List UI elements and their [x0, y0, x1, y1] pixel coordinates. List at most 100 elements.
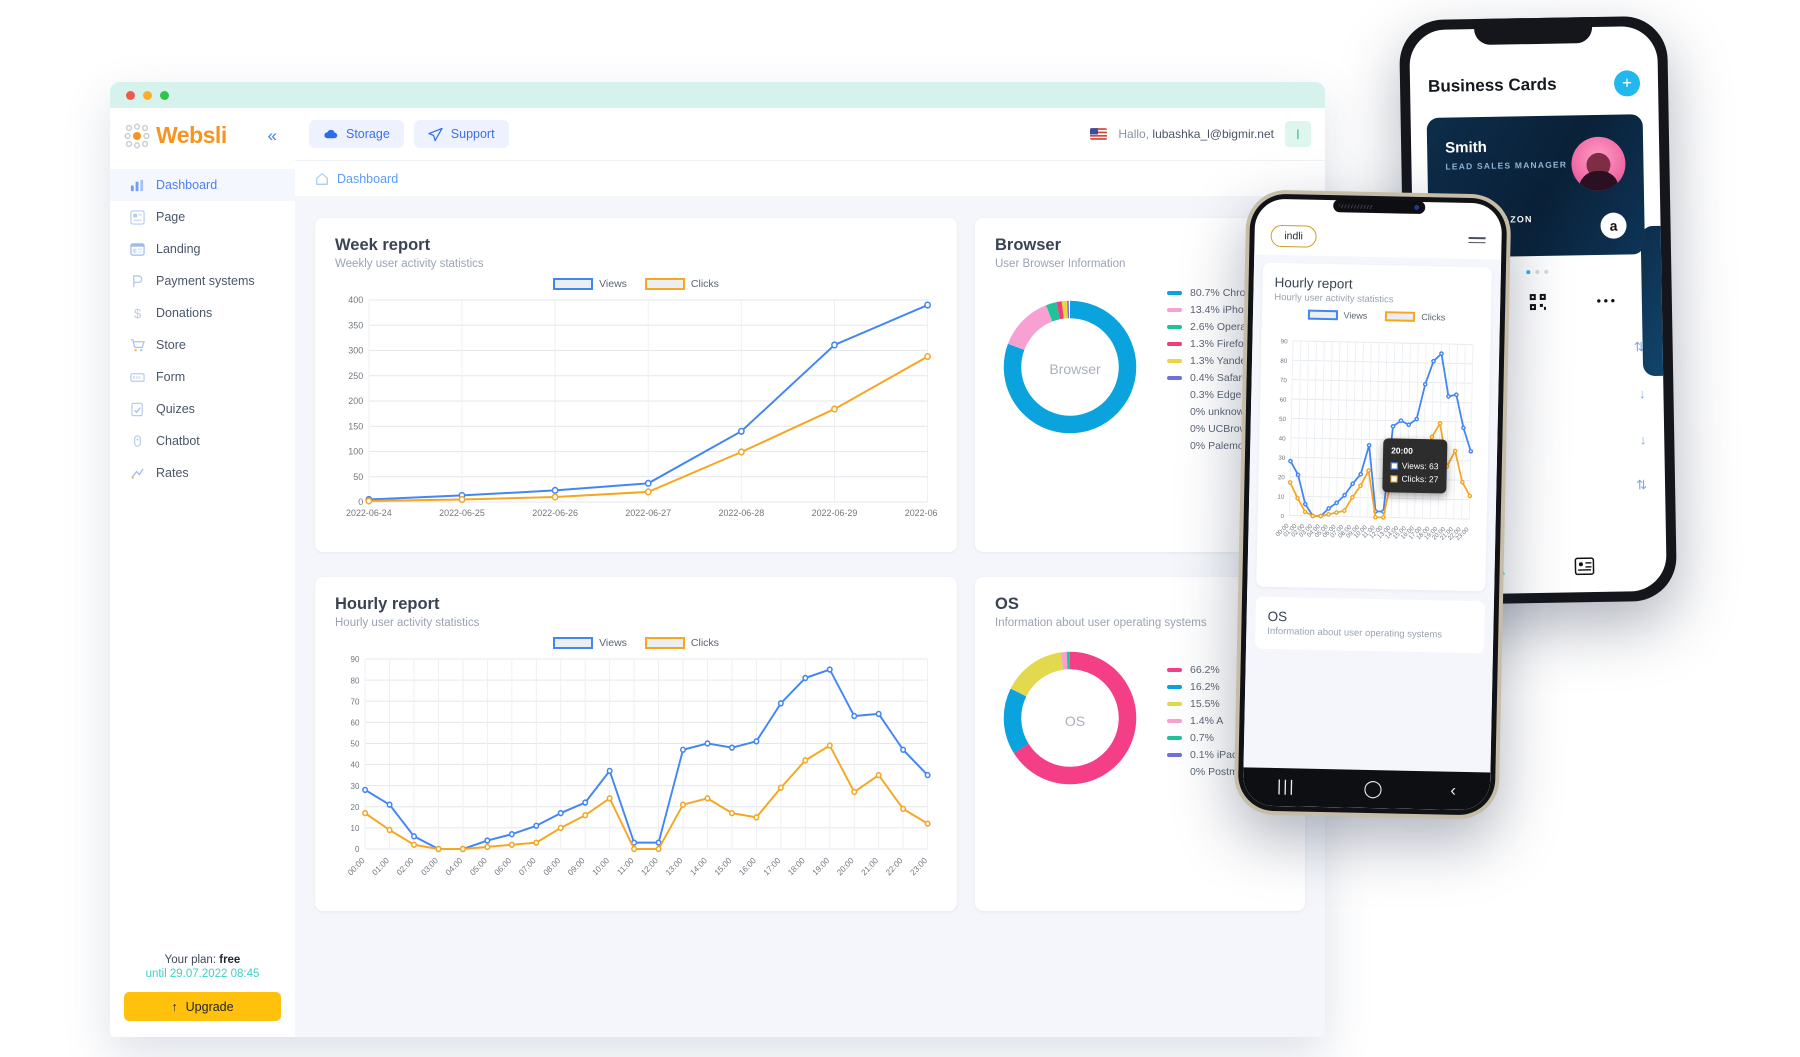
qr-code-icon[interactable] [1529, 293, 1547, 311]
carousel-dot[interactable] [1544, 269, 1549, 274]
svg-text:10: 10 [1277, 494, 1285, 501]
legend-label: 16.2% [1190, 680, 1220, 693]
legend-clicks[interactable]: Clicks [644, 278, 719, 290]
window-titlebar [110, 82, 1325, 108]
plan-label: Your plan: [164, 954, 217, 966]
hamburger-icon[interactable] [1468, 236, 1486, 244]
card-list-icon[interactable] [1574, 557, 1595, 576]
indli-logo: indli [1270, 224, 1317, 248]
legend-swatch-clicks [644, 637, 685, 649]
legend-views[interactable]: Views [553, 278, 627, 290]
svg-text:40: 40 [1279, 435, 1287, 442]
legend-swatch [1167, 701, 1182, 706]
sidebar-item-label: Form [156, 370, 186, 384]
svg-text:10: 10 [351, 824, 360, 833]
legend-views[interactable]: Views [553, 637, 627, 649]
svg-text:0: 0 [1280, 513, 1284, 520]
phone-hourly-card: Hourly report Hourly user activity stati… [1256, 262, 1492, 592]
svg-text:40: 40 [351, 761, 360, 770]
sidebar-item-page[interactable]: Page [110, 201, 295, 233]
svg-text:03:00: 03:00 [420, 856, 441, 878]
svg-text:70: 70 [1280, 377, 1288, 384]
sidebar-item-rates[interactable]: Rates [110, 457, 295, 489]
more-icon[interactable] [1595, 298, 1615, 304]
svg-text:150: 150 [348, 421, 363, 431]
cart-icon [130, 338, 145, 351]
download-icon[interactable]: ↓ [1640, 432, 1647, 447]
plus-icon[interactable]: + [1613, 70, 1641, 97]
legend-label: Views [599, 278, 627, 290]
support-button[interactable]: Support [413, 120, 509, 148]
tooltip-views-row: Views: 63 [1390, 460, 1439, 474]
dashboard-row-2: Hourly report Hourly user activity stati… [315, 577, 1305, 911]
topbar-right: Hallo, lubashka_l@bigmir.net l [1090, 121, 1311, 147]
plan-value: free [219, 954, 241, 966]
home-icon[interactable]: ◯ [1363, 779, 1382, 799]
breadcrumb-label[interactable]: Dashboard [337, 172, 398, 186]
phone-camera-island [1332, 199, 1425, 215]
quiz-icon [131, 402, 143, 416]
legend-views[interactable]: Views [1307, 309, 1367, 321]
carousel-dot[interactable] [1526, 270, 1531, 275]
legend-swatch [1167, 341, 1182, 346]
tooltip-swatch-clicks [1390, 475, 1398, 483]
sidebar-item-dashboard[interactable]: Dashboard [110, 169, 295, 201]
legend-swatch [1167, 752, 1182, 757]
sidebar-item-label: Page [156, 210, 186, 224]
dollar-icon: $ [134, 306, 142, 321]
svg-text:07:00: 07:00 [517, 856, 538, 878]
arrow-up-icon: ↑ [171, 999, 178, 1014]
recents-icon[interactable]: ||| [1277, 778, 1296, 796]
sidebar-item-form[interactable]: Form [110, 361, 295, 393]
sidebar-item-chatbot[interactable]: Chatbot [110, 425, 295, 457]
svg-text:50: 50 [1279, 416, 1287, 423]
legend-swatch [1167, 290, 1182, 295]
greeting-text: Hallo, lubashka_l@bigmir.net [1118, 127, 1274, 141]
legend-swatch [1167, 718, 1182, 723]
business-card-next-peek[interactable] [1640, 225, 1667, 377]
carousel-dot[interactable] [1535, 269, 1540, 275]
us-flag-icon[interactable] [1090, 128, 1108, 140]
sidebar-item-donations[interactable]: $ Donations [110, 297, 295, 329]
landing-layout-icon [130, 242, 145, 256]
legend-swatch-clicks [1385, 311, 1416, 322]
sidebar-collapse-icon[interactable]: « [268, 127, 283, 144]
legend-label: Clicks [690, 637, 719, 649]
plan-expiry: until 29.07.2022 08:45 [145, 968, 260, 980]
brand-row[interactable]: Websli « [110, 108, 295, 165]
sort-icon[interactable]: ⇅ [1636, 477, 1647, 493]
upgrade-button[interactable]: ↑ Upgrade [124, 992, 281, 1021]
svg-text:400: 400 [348, 295, 363, 305]
browser-donut-center: Browser [1049, 361, 1101, 377]
storage-label: Storage [346, 127, 390, 141]
phone-os-card: OS Information about user operating syst… [1254, 596, 1485, 654]
svg-text:20:00: 20:00 [835, 856, 856, 878]
chart-bar-icon [130, 179, 144, 191]
svg-text:2022-06-24: 2022-06-24 [346, 508, 392, 518]
sidebar-item-landing[interactable]: Landing [110, 233, 295, 265]
svg-text:0: 0 [358, 497, 363, 507]
sidebar-item-payment-systems[interactable]: Payment systems [110, 265, 295, 297]
window-minimize-dot[interactable] [143, 90, 152, 100]
svg-text:05:00: 05:00 [468, 856, 489, 878]
tooltip-views: Views: 63 [1401, 460, 1439, 472]
sidebar-item-store[interactable]: Store [110, 329, 295, 361]
hourly-report-title: Hourly report [335, 595, 440, 613]
download-icon[interactable]: ↓ [1639, 386, 1646, 401]
svg-text:19:00: 19:00 [811, 856, 832, 878]
sidebar-item-label: Quizes [156, 402, 195, 416]
legend-label: 1.4% A [1190, 714, 1224, 727]
legend-clicks[interactable]: Clicks [1385, 311, 1445, 322]
sidebar-item-label: Store [156, 338, 186, 352]
storage-button[interactable]: Storage [309, 120, 404, 148]
window-maximize-dot[interactable] [160, 90, 169, 100]
window-close-dot[interactable] [126, 90, 135, 100]
avatar[interactable]: l [1285, 121, 1311, 147]
legend-clicks[interactable]: Clicks [644, 637, 719, 649]
svg-text:90: 90 [351, 655, 360, 664]
phone-app-body: Hourly report Hourly user activity stati… [1242, 254, 1502, 811]
sidebar-item-quizes[interactable]: Quizes [110, 393, 295, 425]
svg-text:50: 50 [351, 739, 360, 748]
svg-text:$: $ [134, 306, 142, 321]
back-icon[interactable]: ‹ [1450, 781, 1456, 801]
